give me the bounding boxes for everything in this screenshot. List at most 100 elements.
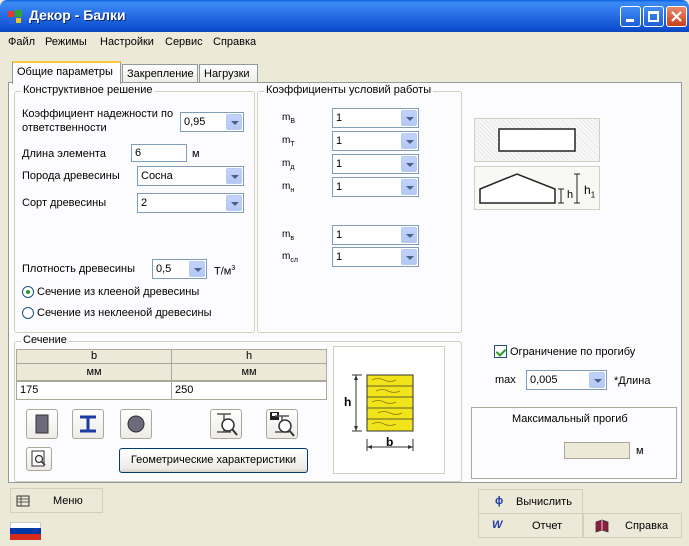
window-title: Декор - Балки [29,7,126,23]
length-input[interactable]: 6 [131,144,187,162]
chevron-down-icon[interactable] [401,133,417,149]
coeff-label: mн [282,181,295,194]
coeff-select[interactable]: 1 [332,225,419,245]
menu-settings[interactable]: Настройки [100,36,154,48]
deflection-checkbox[interactable] [494,345,507,358]
grade-select[interactable]: 2 [137,193,244,213]
density-select[interactable]: 0,5 [152,259,207,279]
report-button[interactable]: W Отчет [478,513,583,538]
reliability-select[interactable]: 0,95 [180,112,244,132]
geometry-button[interactable]: Геометрические характеристики [119,448,308,473]
length-label: Длина элемента [22,148,106,160]
coeff-value: 1 [336,158,343,170]
density-value: 0,5 [156,263,172,275]
chevron-down-icon[interactable] [401,249,417,265]
species-value: Сосна [141,170,173,182]
drawing-b-label: b [386,435,394,449]
col-h-unit: мм [171,363,327,381]
magnifier-icon [217,413,238,436]
radio-glued[interactable] [22,286,34,298]
menu-button-label: Меню [53,495,83,507]
chevron-down-icon[interactable] [226,195,242,211]
deflection-max-label: max [495,374,516,386]
calculate-button[interactable]: ϕ Вычислить [478,489,583,514]
menu-service[interactable]: Сервис [165,36,203,48]
menu-file[interactable]: Файл [8,36,35,48]
gable-beam-icon [479,173,580,204]
coeff-value: 1 [336,112,343,124]
chevron-down-icon[interactable] [401,179,417,195]
chevron-down-icon[interactable] [589,372,605,388]
coeff-value: 1 [336,181,343,193]
report-w-icon: W [492,519,503,531]
max-deflection-title: Максимальный прогиб [512,413,628,425]
tab-loads[interactable]: Нагрузки [199,64,258,83]
chevron-down-icon[interactable] [401,110,417,126]
coeff-select[interactable]: 1 [332,247,419,267]
minimize-button[interactable] [620,6,641,27]
density-label: Плотность древесины [22,263,135,275]
tab-fixing[interactable]: Закрепление [122,64,198,83]
grade-label: Сорт древесины [22,197,107,209]
chevron-down-icon[interactable] [401,227,417,243]
coeff-select[interactable]: 1 [332,131,419,151]
col-h-header: h [171,349,327,364]
report-label: Отчет [532,520,563,532]
coeff-select[interactable]: 1 [332,177,419,197]
help-label: Справка [625,520,669,532]
radio-unglued-label[interactable]: Сечение из неклееной древесины [37,307,211,319]
menu-button[interactable]: Меню [10,488,103,513]
beam-h-label: h [567,189,574,201]
section-save-button[interactable] [266,409,298,439]
reliability-label-2: ответственности [22,122,107,134]
ibeam-section-button[interactable] [72,409,104,439]
beam-gable-button[interactable]: h h1 [474,166,600,210]
deflection-max-value: 0,005 [530,374,558,386]
coeff-select[interactable]: 1 [332,154,419,174]
menu-grid-icon [16,495,30,507]
deflection-per-length: *Длина [614,375,651,387]
rect-section-button[interactable] [26,409,58,439]
species-label: Порода древесины [22,170,120,182]
maximize-button[interactable] [643,6,664,27]
max-deflection-unit: м [636,445,644,457]
circle-section-icon [127,415,145,433]
density-unit: Т/м3 [214,265,236,278]
coeff-label: mв [282,229,295,242]
max-deflection-box: Максимальный прогиб м [471,407,677,479]
round-section-button[interactable] [120,409,152,439]
col-b-unit: мм [16,363,172,381]
grade-value: 2 [141,197,148,209]
rectangle-section-icon [35,414,49,434]
max-deflection-field [564,442,630,459]
section-h-cell[interactable]: 250 [171,381,327,400]
preview-icon [31,450,46,467]
calculate-label: Вычислить [516,496,572,508]
chevron-down-icon[interactable] [226,168,242,184]
menu-help[interactable]: Справка [213,36,256,48]
close-icon [671,11,682,22]
radio-unglued[interactable] [22,307,34,319]
beam-rect-button[interactable] [474,118,600,162]
species-select[interactable]: Сосна [137,166,244,186]
deflection-check-label[interactable]: Ограничение по прогибу [510,346,635,358]
section-zoom-button[interactable] [210,409,242,439]
help-button[interactable]: Справка [583,513,682,538]
radio-glued-label[interactable]: Сечение из клееной древесины [37,286,199,298]
construct-group-title: Конструктивное решение [21,84,155,96]
coeff-value: 1 [336,251,343,263]
help-book-icon [595,519,609,533]
phi-icon: ϕ [495,495,504,507]
chevron-down-icon[interactable] [226,114,242,130]
chevron-down-icon[interactable] [189,261,205,277]
tab-general[interactable]: Общие параметры [12,61,121,84]
close-button[interactable] [666,6,687,27]
menu-modes[interactable]: Режимы [45,36,87,48]
coeff-value: 1 [336,135,343,147]
print-preview-button[interactable] [26,447,52,471]
chevron-down-icon[interactable] [401,156,417,172]
deflection-max-select[interactable]: 0,005 [526,370,607,390]
beam-h1-label: h1 [584,183,596,200]
section-b-cell[interactable]: 175 [16,381,172,400]
coeff-select[interactable]: 1 [332,108,419,128]
